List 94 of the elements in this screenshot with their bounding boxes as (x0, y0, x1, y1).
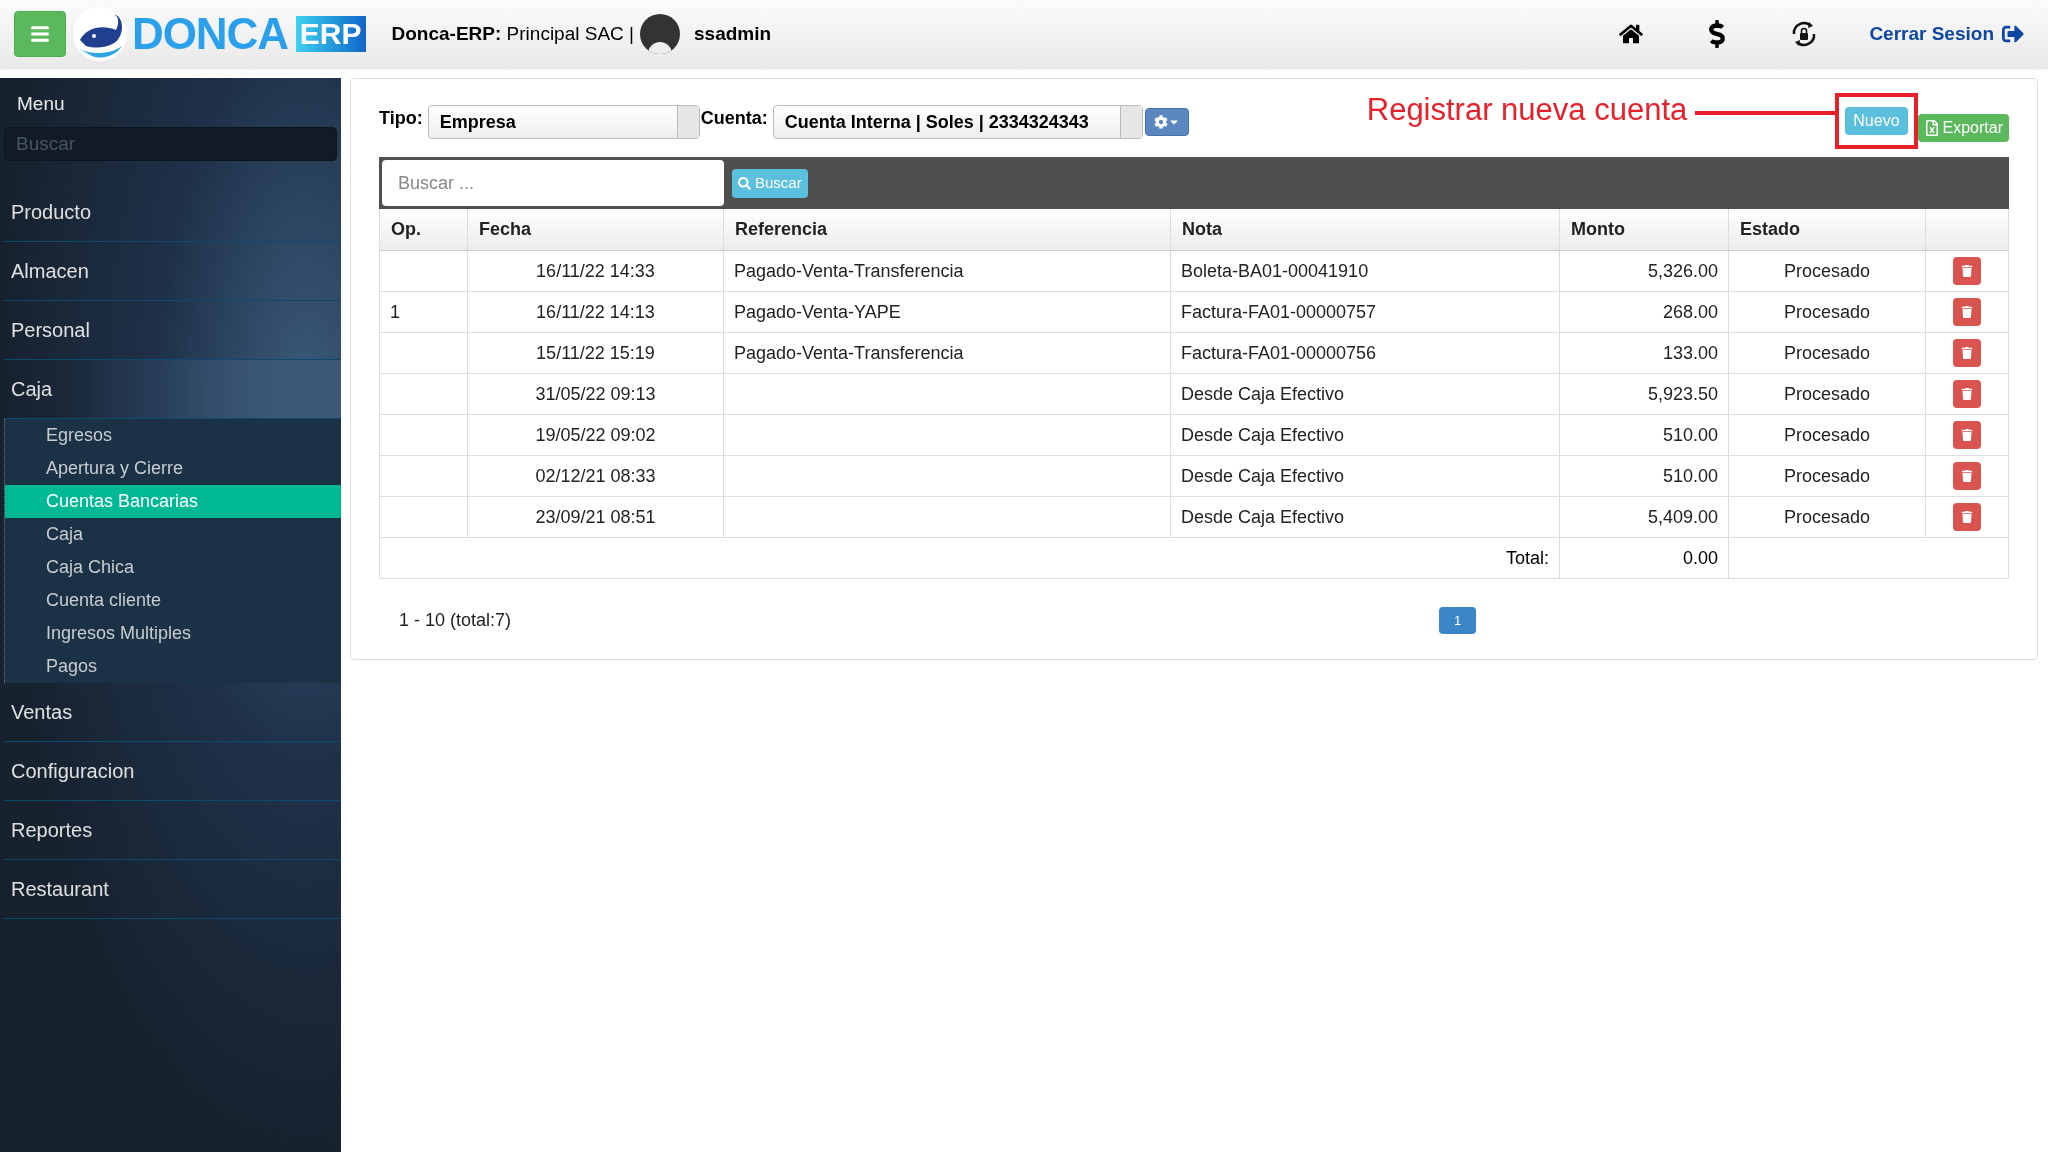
sidebar-submenu-item[interactable]: Ingresos Multiples (5, 616, 341, 650)
table-cell: Pagado-Venta-Transferencia (724, 333, 1171, 373)
trash-icon (1961, 265, 1973, 277)
cuenta-select[interactable]: Cuenta Interna | Soles | 2334324343 (772, 105, 1143, 139)
table-cell: Desde Caja Efectivo (1171, 456, 1560, 496)
search-field[interactable]: Buscar ... (382, 160, 724, 206)
table-cell: Procesado (1729, 497, 1926, 537)
table-cell: 02/12/21 08:33 (468, 456, 724, 496)
sidebar-title: Menu (17, 92, 66, 116)
table-cell: 16/11/22 14:33 (468, 251, 724, 291)
table-cell: 5,923.50 (1560, 374, 1729, 414)
pagination-summary: 1 - 10 (total:7) (399, 609, 513, 632)
sidebar-menu-item[interactable]: Ventas (4, 682, 341, 742)
table-cell: Procesado (1729, 333, 1926, 373)
sidebar-menu-item[interactable]: Personal (4, 300, 341, 360)
table-cell: 15/11/22 15:19 (468, 333, 724, 373)
total-value: 0.00 (1560, 538, 1729, 578)
logout-icon (2002, 23, 2024, 45)
tipo-label: Tipo: (379, 107, 423, 130)
table-cell: 16/11/22 14:13 (468, 292, 724, 332)
sidebar-menu-item[interactable]: Restaurant (4, 859, 341, 919)
table-cell: 23/09/21 08:51 (468, 497, 724, 537)
sidebar-search-field[interactable]: Buscar (4, 126, 337, 161)
trash-icon (1961, 388, 1973, 400)
trash-icon (1961, 429, 1973, 441)
delete-button[interactable] (1953, 339, 1981, 367)
table-cell: 268.00 (1560, 292, 1729, 332)
table-cell: Desde Caja Efectivo (1171, 415, 1560, 455)
sidebar-submenu-item[interactable]: Caja (5, 517, 341, 551)
page-button[interactable]: 1 (1439, 607, 1476, 634)
user-name: ssadmin (694, 21, 772, 46)
sidebar-menu-item[interactable]: Almacen (4, 241, 341, 301)
sidebar-submenu-item[interactable]: Pagos (5, 649, 341, 683)
brand-badge: ERP (295, 16, 366, 52)
table-cell: Desde Caja Efectivo (1171, 374, 1560, 414)
sidebar-submenu-item[interactable]: Cuenta cliente (5, 583, 341, 617)
settings-dropdown-button[interactable] (1144, 108, 1189, 136)
delete-button[interactable] (1953, 257, 1981, 285)
table-cell: Procesado (1729, 292, 1926, 332)
table-cell: 510.00 (1560, 415, 1729, 455)
sidebar-submenu-item[interactable]: Caja Chica (5, 550, 341, 584)
column-header: Op. (380, 209, 468, 250)
sidebar-submenu-item[interactable]: Egresos (5, 418, 341, 452)
table-cell: Pagado-Venta-Transferencia (724, 251, 1171, 291)
table-cell: Boleta-BA01-00041910 (1171, 251, 1560, 291)
sidebar-menu-item[interactable]: Reportes (4, 800, 341, 860)
menu-toggle-button[interactable] (14, 11, 66, 57)
menu-icon (30, 24, 50, 44)
trash-icon (1961, 306, 1973, 318)
sidebar-submenu-item[interactable]: Apertura y Cierre (5, 451, 341, 485)
delete-button[interactable] (1953, 380, 1981, 408)
table-cell: Factura-FA01-00000756 (1171, 333, 1560, 373)
column-header: Estado (1729, 209, 1926, 250)
trash-icon (1961, 511, 1973, 523)
brand-name: DONCA (132, 12, 288, 56)
company-name: Donca-ERP: Principal SAC | (391, 21, 635, 46)
table-cell: Desde Caja Efectivo (1171, 497, 1560, 537)
whale-logo-icon (72, 6, 128, 62)
user-avatar (640, 14, 681, 54)
sidebar-menu-item[interactable]: Configuracion (4, 741, 341, 801)
trash-icon (1961, 470, 1973, 482)
table-cell: Procesado (1729, 374, 1926, 414)
table-cell: 510.00 (1560, 456, 1729, 496)
delete-button[interactable] (1953, 503, 1981, 531)
annotation-text: Registrar nueva cuenta (1366, 91, 1688, 129)
excel-file-icon (1923, 120, 1940, 136)
delete-button[interactable] (1953, 421, 1981, 449)
table-cell: Procesado (1729, 456, 1926, 496)
trash-icon (1961, 347, 1973, 359)
column-header: Fecha (468, 209, 724, 250)
sidebar-menu-item[interactable]: Producto (4, 182, 341, 242)
table-cell: 19/05/22 09:02 (468, 415, 724, 455)
home-icon[interactable] (1619, 22, 1644, 46)
table-cell: 133.00 (1560, 333, 1729, 373)
table-cell: 5,326.00 (1560, 251, 1729, 291)
column-header: Referencia (724, 209, 1171, 250)
tipo-select[interactable]: Empresa (427, 105, 700, 139)
logout-link[interactable]: Cerrar Sesion (1869, 19, 2024, 49)
total-label: Total: (380, 538, 1560, 578)
table-cell: 1 (380, 292, 468, 332)
table-cell: 31/05/22 09:13 (468, 374, 724, 414)
table-cell: Procesado (1729, 415, 1926, 455)
gear-icon (1153, 115, 1168, 129)
table-cell: 5,409.00 (1560, 497, 1729, 537)
column-header: Nota (1171, 209, 1560, 250)
delete-button[interactable] (1953, 462, 1981, 490)
sidebar-menu-item[interactable]: Caja (4, 359, 341, 419)
delete-button[interactable] (1953, 298, 1981, 326)
cuenta-label: Cuenta: (700, 107, 768, 130)
table-cell: Pagado-Venta-YAPE (724, 292, 1171, 332)
search-icon (738, 176, 751, 190)
table-cell: Procesado (1729, 251, 1926, 291)
column-header: Monto (1560, 209, 1729, 250)
table-cell: Factura-FA01-00000757 (1171, 292, 1560, 332)
